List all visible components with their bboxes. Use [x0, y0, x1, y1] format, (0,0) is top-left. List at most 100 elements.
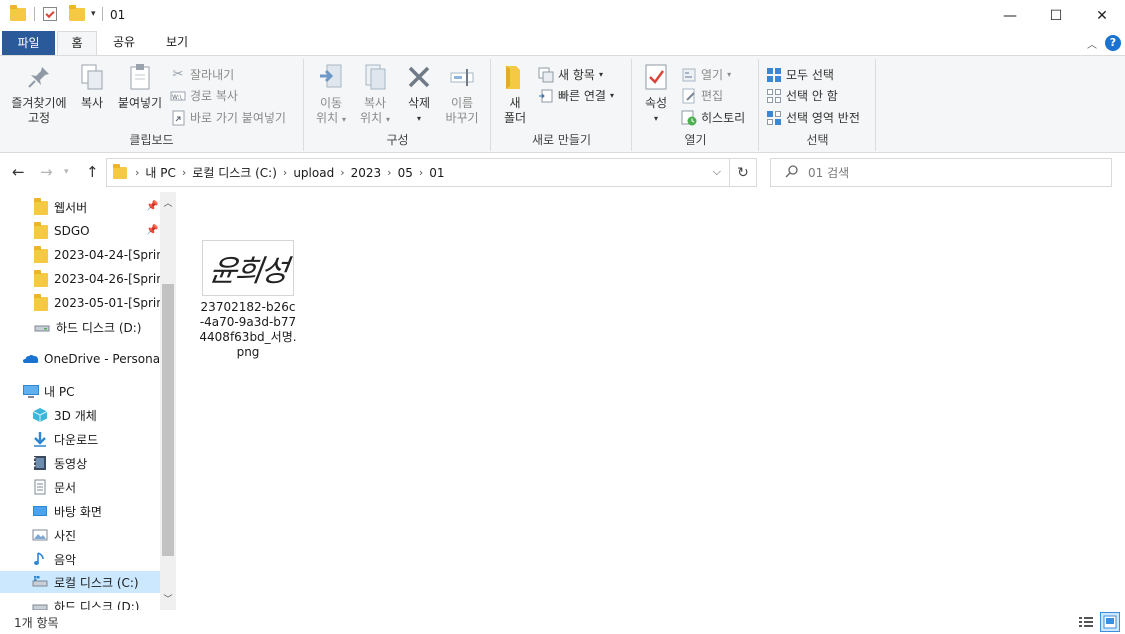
maximize-button[interactable]: ☐: [1033, 0, 1079, 31]
pin-quick-access-button[interactable]: 즐겨찾기에 고정: [6, 62, 72, 126]
new-item-button[interactable]: 새 항목 ▾: [538, 66, 603, 83]
select-none-button[interactable]: 선택 안 함: [766, 87, 838, 104]
chevron-right-icon[interactable]: ›: [419, 166, 423, 179]
file-thumbnail: 윤희성: [202, 240, 294, 296]
help-icon[interactable]: ?: [1105, 35, 1121, 51]
sidebar-item-this-pc[interactable]: 내 PC: [0, 380, 160, 402]
open-icon: [681, 67, 697, 83]
copy-to-button[interactable]: 복사 위치 ▾: [355, 62, 395, 127]
folder-icon: [34, 294, 48, 311]
drive-icon: [32, 598, 48, 610]
large-icons-view-icon: [1103, 615, 1117, 629]
breadcrumb-01[interactable]: 01: [429, 166, 444, 180]
history-button[interactable]: 히스토리: [681, 109, 745, 126]
new-folder-quick-icon[interactable]: [69, 4, 85, 21]
customize-dropdown-icon[interactable]: ▾: [91, 9, 96, 19]
pc-icon: [22, 383, 39, 399]
download-icon: [32, 431, 48, 447]
pin-icon: 📌: [146, 225, 159, 236]
group-label-select: 선택: [806, 133, 829, 147]
folder-icon: [34, 246, 48, 263]
forward-button[interactable]: →: [40, 163, 53, 181]
folder-icon: [34, 270, 48, 287]
folder-icon: [113, 163, 127, 179]
navigation-bar: ← → ▾ ↑ › 내 PC › 로컬 디스크 (C:) › upload › …: [0, 154, 1125, 192]
chevron-right-icon[interactable]: ›: [340, 166, 344, 179]
minimize-button[interactable]: —: [987, 0, 1033, 31]
close-button[interactable]: ✕: [1079, 0, 1125, 31]
paste-button[interactable]: 붙여넣기: [114, 62, 166, 111]
group-new: 새 폴더 새 항목 ▾ 빠른 연결 ▾ 새로 만들기: [492, 59, 632, 151]
sidebar-item-videos[interactable]: 동영상: [0, 452, 160, 474]
move-to-button[interactable]: 이동 위치 ▾: [311, 62, 351, 127]
sidebar-item-hard-disk-d-quick[interactable]: 하드 디스크 (D:): [0, 316, 160, 338]
status-bar: 1개 항목: [0, 610, 1125, 634]
scroll-down-icon[interactable]: ﹀: [160, 592, 176, 608]
group-label-open: 열기: [684, 133, 707, 147]
breadcrumb-05[interactable]: 05: [398, 166, 413, 180]
signature-image: 윤희성: [206, 254, 289, 289]
sidebar-item-folder-0501[interactable]: 2023-05-01-[Spring: [0, 292, 160, 314]
sidebar-item-webserver[interactable]: 웹서버: [0, 196, 160, 218]
back-button[interactable]: ←: [12, 163, 25, 181]
scroll-thumb[interactable]: [162, 284, 174, 556]
file-list-area[interactable]: 윤희성 23702182-b26c -4a70-9a3d-b77 4408f63…: [176, 192, 1125, 610]
video-icon: [32, 455, 48, 471]
large-icons-view-button[interactable]: [1100, 612, 1120, 632]
recent-locations-dropdown-icon[interactable]: ▾: [64, 167, 69, 177]
shortcut-icon: [170, 110, 186, 126]
copy-button[interactable]: 복사: [74, 62, 110, 111]
sidebar-item-pictures[interactable]: 사진: [0, 524, 160, 546]
easy-access-button[interactable]: 빠른 연결 ▾: [538, 87, 614, 104]
sidebar-item-desktop[interactable]: 바탕 화면: [0, 500, 160, 522]
tab-home[interactable]: 홈: [57, 31, 97, 56]
chevron-right-icon[interactable]: ›: [182, 166, 186, 179]
address-history-dropdown-icon[interactable]: ⌵: [713, 165, 721, 179]
cut-button[interactable]: ✂ 잘라내기: [170, 66, 235, 83]
edit-button[interactable]: 편집: [681, 87, 723, 104]
paste-shortcut-button[interactable]: 바로 가기 붙여넣기: [170, 109, 286, 126]
properties-quick-icon[interactable]: [43, 7, 57, 21]
refresh-button[interactable]: ↻: [730, 158, 757, 187]
delete-button[interactable]: 삭제 ▾: [401, 62, 437, 126]
collapse-ribbon-icon[interactable]: ︿: [1087, 36, 1097, 51]
up-button[interactable]: ↑: [86, 163, 99, 181]
tab-file[interactable]: 파일: [2, 31, 55, 55]
sidebar-item-music[interactable]: 음악: [0, 548, 160, 570]
details-view-button[interactable]: [1076, 612, 1096, 632]
rename-button[interactable]: 이름 바꾸기: [441, 62, 483, 126]
sidebar-item-folder-0424[interactable]: 2023-04-24-[Spring: [0, 244, 160, 266]
group-label-organize: 구성: [386, 133, 409, 147]
sidebar-item-sdgo[interactable]: SDGO: [0, 220, 160, 242]
chevron-right-icon[interactable]: ›: [283, 166, 287, 179]
pictures-icon: [32, 527, 48, 543]
tab-share[interactable]: 공유: [104, 31, 144, 55]
invert-selection-icon: [766, 110, 782, 126]
file-item[interactable]: 윤희성 23702182-b26c -4a70-9a3d-b77 4408f63…: [198, 240, 298, 360]
open-button[interactable]: 열기 ▾: [681, 66, 731, 83]
tab-view[interactable]: 보기: [157, 31, 197, 55]
properties-button[interactable]: 속성 ▾: [639, 62, 673, 126]
chevron-right-icon[interactable]: ›: [135, 166, 139, 179]
scroll-up-icon[interactable]: ︿: [160, 196, 176, 212]
breadcrumb-this-pc[interactable]: 내 PC: [145, 164, 175, 181]
sidebar-item-folder-0426[interactable]: 2023-04-26-[Spring: [0, 268, 160, 290]
invert-selection-button[interactable]: 선택 영역 반전: [766, 109, 860, 126]
chevron-right-icon[interactable]: ›: [387, 166, 391, 179]
select-all-button[interactable]: 모두 선택: [766, 66, 834, 83]
onedrive-icon: [22, 351, 39, 367]
sidebar-item-hard-disk-d[interactable]: 하드 디스크 (D:): [0, 595, 160, 610]
sidebar-item-3d-objects[interactable]: 3D 개체: [0, 404, 160, 426]
address-bar[interactable]: › 내 PC › 로컬 디스크 (C:) › upload › 2023 › 0…: [106, 158, 730, 187]
breadcrumb-upload[interactable]: upload: [293, 166, 334, 180]
breadcrumb-2023[interactable]: 2023: [351, 166, 382, 180]
sidebar-item-onedrive[interactable]: OneDrive - Personal: [0, 348, 160, 370]
sidebar-item-local-disk-c[interactable]: 로컬 디스크 (C:): [0, 571, 160, 593]
sidebar-item-documents[interactable]: 문서: [0, 476, 160, 498]
nav-pane-scrollbar[interactable]: ︿ ﹀: [160, 192, 176, 610]
copy-path-button[interactable]: W:\ 경로 복사: [170, 87, 238, 104]
sidebar-item-downloads[interactable]: 다운로드: [0, 428, 160, 450]
new-folder-button[interactable]: 새 폴더: [498, 62, 532, 126]
search-box[interactable]: 01 검색: [770, 158, 1112, 187]
breadcrumb-local-disk-c[interactable]: 로컬 디스크 (C:): [192, 164, 277, 181]
